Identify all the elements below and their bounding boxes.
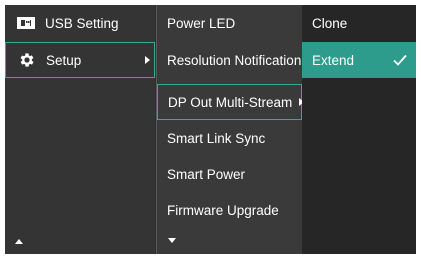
submenu-item-power-led[interactable]: Power LED bbox=[157, 5, 302, 41]
gear-icon bbox=[18, 52, 36, 68]
submenu-item-label: Power LED bbox=[167, 15, 236, 31]
scroll-up-arrow-icon[interactable] bbox=[15, 239, 23, 244]
main-menu-item-setup[interactable]: Setup bbox=[5, 42, 155, 78]
submenu-item-dp-out-multi-stream[interactable]: DP Out Multi-Stream bbox=[157, 84, 305, 120]
submenu-item-smart-link-sync[interactable]: Smart Link Sync bbox=[157, 120, 302, 156]
options-column: Clone Extend bbox=[302, 5, 416, 254]
submenu-item-label: Smart Power bbox=[167, 166, 246, 182]
checkmark-icon bbox=[392, 52, 408, 71]
submenu-item-label: Firmware Upgrade bbox=[167, 202, 279, 218]
osd-menu: USB Setting Setup Power LED Resolution N… bbox=[5, 5, 416, 254]
main-menu-item-label: USB Setting bbox=[45, 15, 119, 31]
submenu-item-resolution-notification[interactable]: Resolution Notification bbox=[157, 42, 302, 78]
submenu-item-firmware-upgrade[interactable]: Firmware Upgrade bbox=[157, 192, 302, 228]
scroll-down-arrow-icon[interactable] bbox=[168, 238, 176, 243]
usb-setting-icon bbox=[17, 15, 35, 31]
main-menu-item-usb-setting[interactable]: USB Setting bbox=[5, 5, 155, 41]
setup-submenu-column: Power LED Resolution Notification DP Out… bbox=[156, 5, 305, 254]
submenu-item-label: Resolution Notification bbox=[167, 52, 302, 68]
option-clone[interactable]: Clone bbox=[302, 5, 416, 41]
main-menu-item-label: Setup bbox=[46, 52, 82, 68]
option-label: Clone bbox=[312, 15, 348, 31]
submenu-item-label: Smart Link Sync bbox=[167, 130, 266, 146]
submenu-item-label: DP Out Multi-Stream bbox=[168, 94, 293, 110]
option-extend[interactable]: Extend bbox=[302, 42, 416, 78]
option-label: Extend bbox=[312, 52, 355, 68]
submenu-item-smart-power[interactable]: Smart Power bbox=[157, 156, 302, 192]
chevron-right-icon bbox=[145, 56, 150, 64]
main-menu-column: USB Setting Setup bbox=[5, 5, 155, 254]
